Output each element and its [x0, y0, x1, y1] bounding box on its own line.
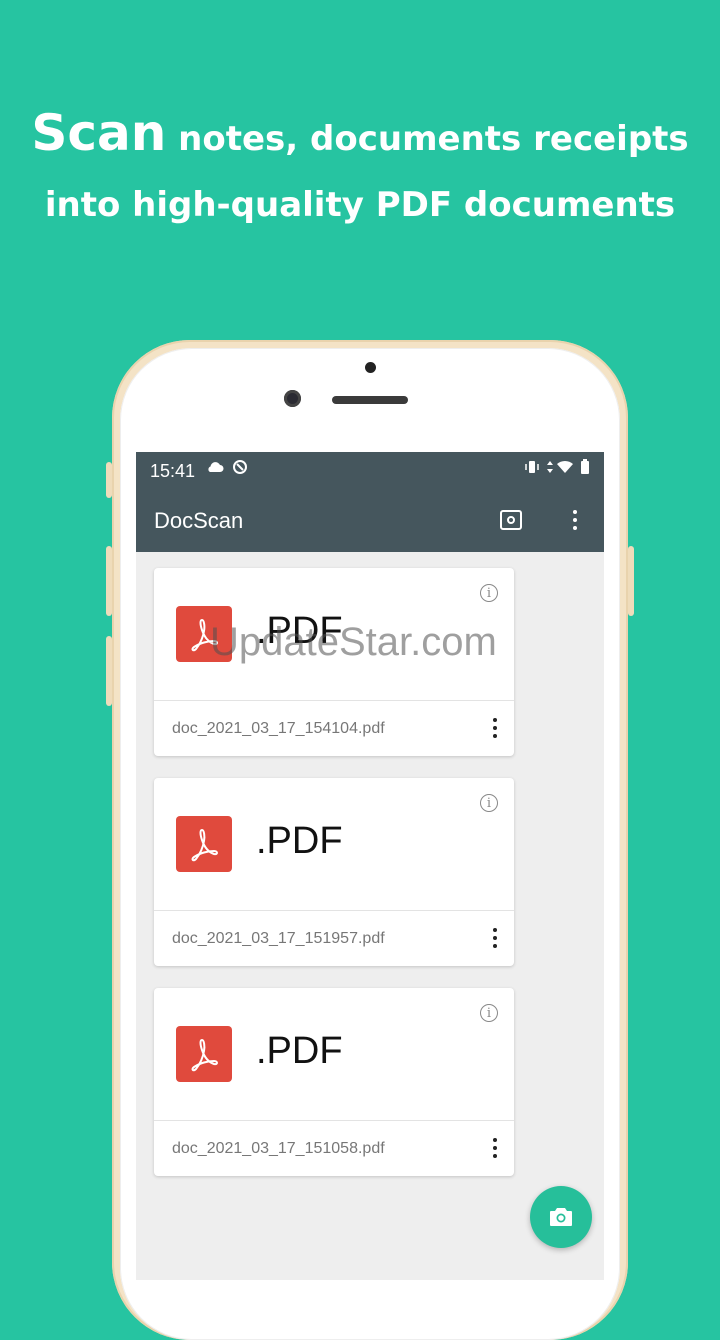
card-divider: [154, 1120, 514, 1121]
eye-icon[interactable]: [500, 510, 522, 530]
document-card[interactable]: i .PDF doc_2021_03_17_151058.pdf: [154, 988, 514, 1176]
info-icon[interactable]: i: [480, 794, 498, 812]
more-vert-icon[interactable]: [572, 510, 578, 532]
card-divider: [154, 700, 514, 701]
headline-emphasis: Scan: [31, 104, 167, 162]
document-card[interactable]: i .PDF doc_2021_03_17_151957.pdf: [154, 778, 514, 966]
sync-icon: [232, 459, 248, 480]
camera-icon: [550, 1208, 572, 1226]
app-screen: 15:41 DocScan i .PDF doc_2021_03_17_1541…: [136, 452, 604, 1280]
phone-power-button: [628, 546, 634, 616]
pdf-file-icon: [176, 606, 232, 662]
more-vert-icon[interactable]: [492, 718, 498, 742]
info-icon[interactable]: i: [480, 1004, 498, 1022]
pdf-file-icon: [176, 816, 232, 872]
front-camera: [284, 390, 301, 407]
wifi-icon: [556, 459, 574, 479]
app-title: DocScan: [154, 508, 244, 533]
document-filename: doc_2021_03_17_154104.pdf: [172, 720, 385, 737]
info-icon[interactable]: i: [480, 584, 498, 602]
camera-scan-button[interactable]: [530, 1186, 592, 1248]
status-bar: 15:41: [136, 452, 604, 490]
document-extension: .PDF: [256, 1030, 343, 1072]
headline-line-2: into high-quality PDF documents: [44, 185, 676, 225]
battery-icon: [580, 459, 590, 480]
cloud-icon: [206, 459, 224, 479]
promo-headline: Scan notes, documents receipts into high…: [0, 100, 720, 238]
data-arrows-icon: [546, 459, 554, 479]
phone-volume-down: [106, 636, 112, 706]
pdf-file-icon: [176, 1026, 232, 1082]
document-filename: doc_2021_03_17_151058.pdf: [172, 1140, 385, 1157]
more-vert-icon[interactable]: [492, 1138, 498, 1162]
status-time: 15:41: [150, 461, 196, 481]
headline-line-1: Scan notes, documents receipts: [0, 100, 720, 172]
earpiece-speaker: [332, 396, 408, 404]
document-extension: .PDF: [256, 610, 343, 652]
proximity-sensor: [365, 362, 376, 373]
card-divider: [154, 910, 514, 911]
phone-volume-up: [106, 546, 112, 616]
vibrate-icon: [524, 459, 540, 479]
document-extension: .PDF: [256, 820, 343, 862]
document-card[interactable]: i .PDF doc_2021_03_17_154104.pdf: [154, 568, 514, 756]
more-vert-icon[interactable]: [492, 928, 498, 952]
headline-line-1-rest: notes, documents receipts: [166, 119, 689, 159]
phone-mute-switch: [106, 462, 112, 498]
app-toolbar: DocScan: [136, 490, 604, 552]
document-filename: doc_2021_03_17_151957.pdf: [172, 930, 385, 947]
